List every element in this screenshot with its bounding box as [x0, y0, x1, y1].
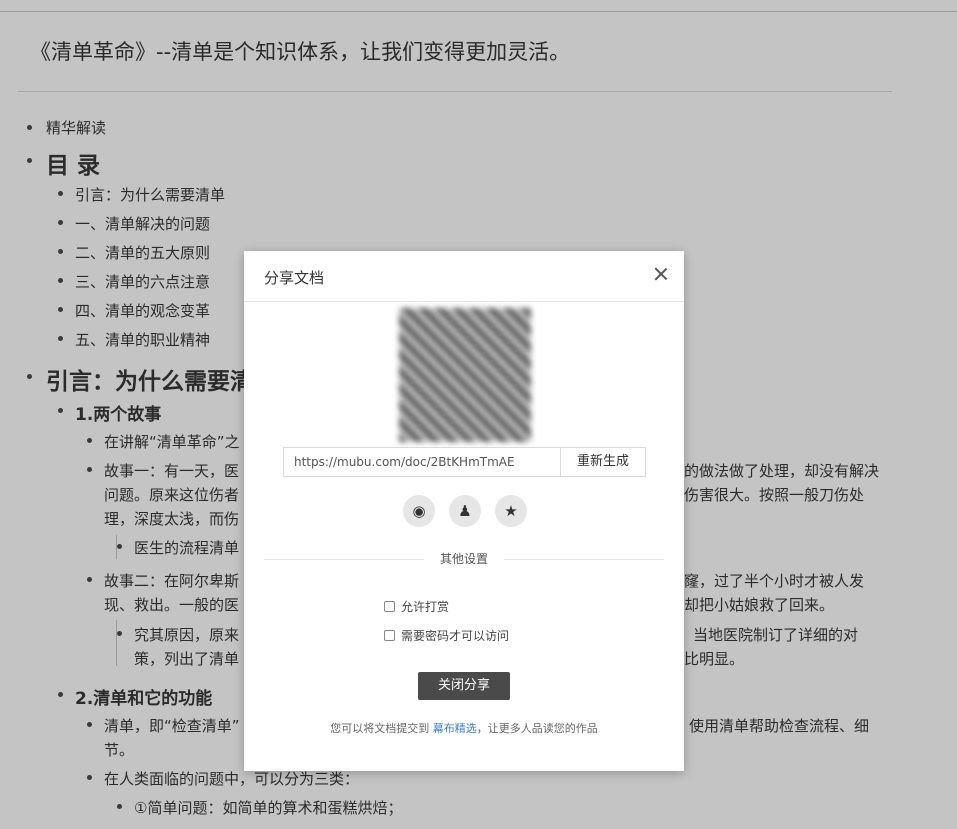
dialog-title: 分享文档 — [264, 269, 325, 287]
outline-item-continuation: 比明显。 — [684, 650, 745, 668]
outline-item-text: 医生的流程清单 — [134, 539, 240, 557]
dialog-footer-note: 您可以将文档提交到 幕布精选，让更多人品读您的作品 — [244, 720, 684, 736]
outline-item-continuation: 却把小姑娘救了回来。 — [684, 596, 835, 614]
outline-item-continuation: 窿，过了半个小时才被人发 — [684, 572, 865, 590]
outline-item-continuation: 节。 — [104, 741, 135, 759]
outline-item-text: 精华解读 — [46, 119, 107, 137]
outline-item-text: 清单，即“检查清单” — [104, 717, 240, 735]
outline-item-text: 在人类面临的问题中，可以分为三类： — [104, 770, 360, 788]
outline-heading-text: 引言：为什么需要清单 — [46, 369, 276, 395]
share-url-input[interactable]: https://mubu.com/doc/2BtKHmTmAE — [284, 448, 561, 476]
outline-item[interactable]: 三、清单的六点注意 — [58, 271, 211, 292]
allow-tips-checkbox[interactable]: 允许打赏 — [384, 598, 449, 615]
share-document-dialog: 分享文档 https://mubu.com/doc/2BtKHmTmAE 重新生… — [244, 251, 684, 771]
outline-item[interactable]: 故事二：在阿尔卑斯 — [87, 570, 240, 591]
outline-item-text: ①简单问题：如简单的算术和蛋糕烘焙； — [134, 799, 403, 817]
outline-item[interactable]: 精华解读 — [27, 117, 107, 138]
outline-item-text: 五、清单的职业精神 — [75, 331, 211, 349]
outline-item[interactable]: 在讲解“清单革命”之 — [87, 431, 240, 452]
other-settings-label: 其他设置 — [424, 550, 504, 567]
outline-item[interactable]: 医生的流程清单 — [117, 537, 240, 558]
footer-prefix: 您可以将文档提交到 — [330, 722, 430, 735]
outline-item-text: 引言：为什么需要清单 — [75, 186, 226, 204]
outline-item[interactable]: 二、清单的五大原则 — [58, 242, 211, 263]
qzone-icon[interactable]: ★ — [495, 495, 527, 527]
outline-item-continuation: 使用清单帮助检查流程、细 — [689, 717, 870, 735]
outline-item-continuation: 伤害很大。按照一般刀伤处 — [684, 486, 865, 504]
outline-item[interactable]: 引言：为什么需要清单 — [58, 184, 226, 205]
qq-icon[interactable]: ♟ — [449, 495, 481, 527]
require-password-checkbox[interactable]: 需要密码才可以访问 — [384, 627, 509, 644]
outline-item[interactable]: 清单，即“检查清单” — [87, 715, 240, 736]
outline-item[interactable]: ①简单问题：如简单的算术和蛋糕烘焙； — [117, 797, 403, 818]
outline-subheading-text: 2.清单和它的功能 — [75, 689, 213, 709]
outline-item-continuation: 当地医院制订了详细的对 — [693, 626, 859, 644]
share-link-field: https://mubu.com/doc/2BtKHmTmAE 重新生成 — [283, 447, 646, 477]
outline-item[interactable]: 在人类面临的问题中，可以分为三类： — [87, 768, 360, 789]
outline-item-continuation: 现、救出。一般的医 — [104, 596, 240, 614]
outline-item-continuation: 问题。原来这位伤者 — [104, 486, 240, 504]
checkbox-box[interactable] — [384, 630, 395, 641]
outline-subheading[interactable]: 1.两个故事 — [58, 400, 162, 425]
indent-guide — [116, 620, 117, 666]
outline-item[interactable]: 一、清单解决的问题 — [58, 213, 211, 234]
outline-heading[interactable]: 目 录 — [27, 146, 101, 180]
outline-item-text: 在讲解“清单革命”之 — [104, 433, 240, 451]
outline-item-text: 三、清单的六点注意 — [75, 273, 211, 291]
footer-suffix: ，让更多人品读您的作品 — [476, 722, 598, 735]
close-icon[interactable] — [652, 265, 670, 283]
outline-heading[interactable]: 引言：为什么需要清单 — [27, 362, 276, 396]
outline-item[interactable]: 四、清单的观念变革 — [58, 300, 211, 321]
outline-item-text: 一、清单解决的问题 — [75, 215, 211, 233]
title-divider — [18, 91, 892, 92]
regenerate-button[interactable]: 重新生成 — [561, 448, 645, 476]
outline-item-continuation: 的做法做了处理，却没有解决 — [684, 462, 880, 480]
outline-item-text: 究其原因，原来 — [134, 626, 240, 644]
document-title[interactable]: 《清单革命》--清单是个知识体系，让我们变得更加灵活。 — [30, 36, 570, 66]
require-password-label: 需要密码才可以访问 — [401, 629, 510, 643]
close-share-button[interactable]: 关闭分享 — [418, 672, 510, 700]
checkbox-box[interactable] — [384, 601, 395, 612]
featured-link[interactable]: 幕布精选 — [433, 722, 477, 735]
dialog-header-divider — [244, 301, 684, 302]
outline-item-text: 故事二：在阿尔卑斯 — [104, 572, 240, 590]
top-bar-divider — [0, 0, 957, 12]
outline-item[interactable]: 究其原因，原来 — [117, 624, 240, 645]
outline-item-continuation: 策，列出了清单 — [134, 650, 240, 668]
share-icons: ◉ ♟ ★ — [403, 495, 527, 527]
other-settings-divider: 其他设置 — [264, 550, 664, 570]
outline-subheading-text: 1.两个故事 — [75, 405, 162, 425]
allow-tips-label: 允许打赏 — [401, 600, 450, 614]
outline-subheading[interactable]: 2.清单和它的功能 — [58, 684, 213, 709]
outline-item[interactable]: 故事一：有一天，医 — [87, 460, 240, 481]
outline-item[interactable]: 五、清单的职业精神 — [58, 329, 211, 350]
outline-item-text: 二、清单的五大原则 — [75, 244, 211, 262]
qr-code-image — [399, 308, 531, 442]
outline-item-text: 四、清单的观念变革 — [75, 302, 211, 320]
weibo-icon[interactable]: ◉ — [403, 495, 435, 527]
outline-item-continuation: 理，深度太浅，而伤 — [104, 510, 240, 528]
outline-item-text: 故事一：有一天，医 — [104, 462, 240, 480]
outline-heading-text: 目 录 — [46, 153, 101, 179]
